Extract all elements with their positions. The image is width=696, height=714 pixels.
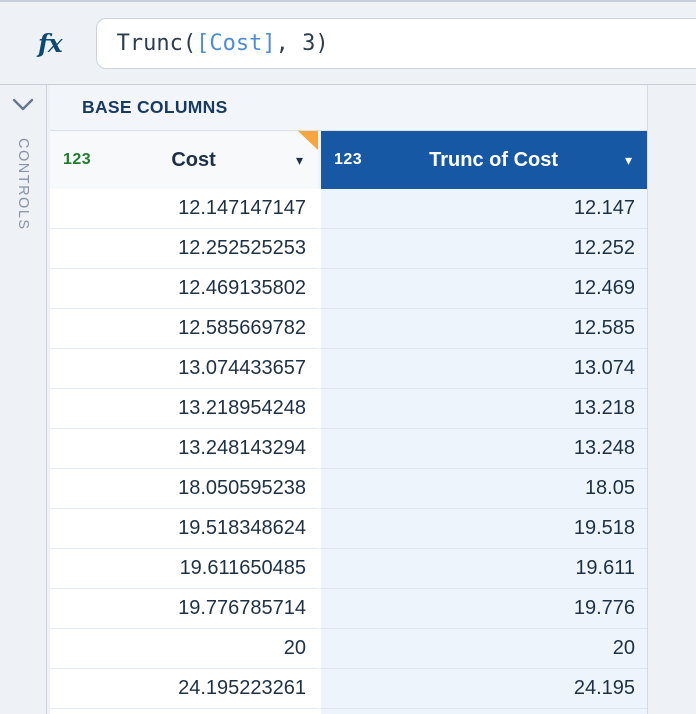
cell-cost[interactable]: 20 <box>50 629 318 669</box>
column-header-row: 123 Cost ▾ 123 Trunc of Cost ▾ <box>50 131 647 189</box>
table-row <box>50 709 647 714</box>
table-body: 12.147147147 12.147 12.252525253 12.252 … <box>50 189 647 714</box>
cell-trunc[interactable]: 12.585 <box>318 309 647 349</box>
base-columns-panel: BASE COLUMNS 123 Cost ▾ 123 Trunc of Cos… <box>50 85 648 714</box>
cell-cost[interactable]: 18.050595238 <box>50 469 318 509</box>
cell-trunc[interactable]: 19.518 <box>318 509 647 549</box>
controls-sidebar: CONTROLS <box>0 85 47 714</box>
table-row: 12.585669782 12.585 <box>50 309 647 349</box>
cell-cost[interactable]: 12.147147147 <box>50 189 318 229</box>
column-header-cost[interactable]: 123 Cost ▾ <box>50 131 318 189</box>
cell-trunc[interactable]: 24.195 <box>318 669 647 709</box>
cell-trunc[interactable]: 13.248 <box>318 429 647 469</box>
table-row: 19.518348624 19.518 <box>50 509 647 549</box>
table-row: 12.147147147 12.147 <box>50 189 647 229</box>
cell-trunc[interactable]: 20 <box>318 629 647 669</box>
table-row: 13.248143294 13.248 <box>50 429 647 469</box>
cell-cost[interactable]: 19.518348624 <box>50 509 318 549</box>
fx-icon: fx <box>38 29 62 58</box>
cell-trunc[interactable]: 19.776 <box>318 589 647 629</box>
table-row: 12.469135802 12.469 <box>50 269 647 309</box>
cell-cost[interactable]: 24.195223261 <box>50 669 318 709</box>
table-row: 13.074433657 13.074 <box>50 349 647 389</box>
column-header-trunc-of-cost[interactable]: 123 Trunc of Cost ▾ <box>318 131 647 189</box>
cell-trunc[interactable]: 12.469 <box>318 269 647 309</box>
column-menu-arrow-icon[interactable]: ▾ <box>296 153 318 167</box>
formula-token-column-ref: [Cost] <box>196 31 275 56</box>
cell-trunc[interactable]: 13.074 <box>318 349 647 389</box>
controls-panel-label[interactable]: CONTROLS <box>15 138 31 231</box>
cell-cost[interactable]: 13.074433657 <box>50 349 318 389</box>
cell-cost[interactable]: 12.469135802 <box>50 269 318 309</box>
formula-token-function: Trunc( <box>117 31 196 56</box>
table-row: 13.218954248 13.218 <box>50 389 647 429</box>
cell-trunc[interactable]: 19.611 <box>318 549 647 589</box>
cell-cost[interactable]: 12.585669782 <box>50 309 318 349</box>
table-row: 19.611650485 19.611 <box>50 549 647 589</box>
column-menu-arrow-icon[interactable]: ▾ <box>625 153 647 167</box>
content-area: BASE COLUMNS 123 Cost ▾ 123 Trunc of Cos… <box>47 85 696 714</box>
cell-trunc[interactable]: 12.147 <box>318 189 647 229</box>
cell-trunc[interactable] <box>318 709 647 714</box>
table-row: 20 20 <box>50 629 647 669</box>
table-row: 12.252525253 12.252 <box>50 229 647 269</box>
cell-cost[interactable]: 19.776785714 <box>50 589 318 629</box>
cell-trunc[interactable]: 13.218 <box>318 389 647 429</box>
table-row: 24.195223261 24.195 <box>50 669 647 709</box>
selected-column-marker <box>298 131 318 150</box>
table-row: 19.776785714 19.776 <box>50 589 647 629</box>
column-label: Cost <box>91 149 296 172</box>
formula-token-args: , 3) <box>276 31 329 56</box>
number-type-icon: 123 <box>321 151 362 169</box>
formula-bar: fx Trunc([Cost], 3) <box>0 0 696 85</box>
cell-cost[interactable]: 13.248143294 <box>50 429 318 469</box>
table-row: 18.050595238 18.05 <box>50 469 647 509</box>
cell-trunc[interactable]: 12.252 <box>318 229 647 269</box>
chevron-down-icon[interactable] <box>12 98 34 116</box>
cell-cost[interactable] <box>50 709 318 714</box>
cell-cost[interactable]: 12.252525253 <box>50 229 318 269</box>
cell-cost[interactable]: 13.218954248 <box>50 389 318 429</box>
cell-trunc[interactable]: 18.05 <box>318 469 647 509</box>
panel-title: BASE COLUMNS <box>50 85 647 131</box>
column-label: Trunc of Cost <box>362 149 625 172</box>
main-area: CONTROLS BASE COLUMNS 123 Cost ▾ 123 Tru… <box>0 85 696 714</box>
formula-input[interactable]: Trunc([Cost], 3) <box>96 18 696 69</box>
number-type-icon: 123 <box>50 151 91 169</box>
cell-cost[interactable]: 19.611650485 <box>50 549 318 589</box>
